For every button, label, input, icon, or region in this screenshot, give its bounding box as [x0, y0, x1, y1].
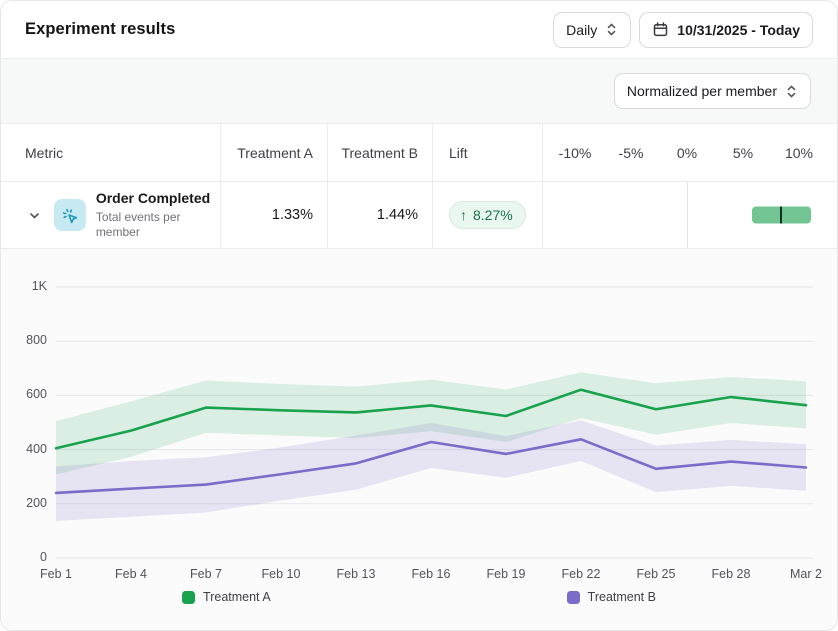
lift-point-marker	[780, 207, 783, 224]
granularity-select-label: Daily	[566, 22, 597, 38]
x-axis-tick-label: Feb 16	[403, 567, 459, 581]
x-axis-tick-label: Feb 10	[253, 567, 309, 581]
y-axis-tick-label: 800	[5, 333, 47, 347]
chart-legend: Treatment A Treatment B	[1, 590, 837, 604]
lift-range-viz	[543, 182, 837, 248]
experiment-timeseries-chart: 1K 800 600 400 200 0 Feb 1 Feb 4 Feb 7 Feb 10 Feb…	[1, 249, 837, 631]
x-axis-tick-label: Feb 4	[103, 567, 159, 581]
chevron-down-icon[interactable]	[25, 205, 44, 225]
legend-color-chip	[567, 591, 580, 604]
y-axis-tick-label: 0	[5, 550, 47, 564]
filter-bar: Normalized per member	[1, 59, 837, 124]
normalization-select-label: Normalized per member	[627, 83, 777, 99]
y-axis-tick-label: 400	[5, 442, 47, 456]
metric-name: Order Completed	[96, 190, 220, 208]
y-axis-tick-label: 1K	[5, 279, 47, 293]
header-controls: Daily 10/31/2025 - T	[553, 12, 813, 48]
arrow-up-icon: ↑	[460, 207, 467, 223]
lift-cell: ↑ 8.27%	[433, 182, 543, 248]
x-axis-tick-label: Feb 7	[178, 567, 234, 581]
legend-label: Treatment A	[203, 590, 271, 604]
legend-color-chip	[182, 591, 195, 604]
column-header-treatment-b: Treatment B	[328, 124, 433, 181]
x-axis-tick-label: Feb 13	[328, 567, 384, 581]
lift-value: 8.27%	[473, 207, 513, 223]
treatment-b-value: 1.44%	[328, 182, 433, 248]
x-axis-tick-label: Feb 25	[628, 567, 684, 581]
lift-badge: ↑ 8.27%	[449, 201, 526, 229]
date-range-button[interactable]: 10/31/2025 - Today	[639, 12, 813, 48]
legend-item-treatment-b[interactable]: Treatment B	[567, 590, 656, 604]
normalization-select[interactable]: Normalized per member	[614, 73, 811, 109]
column-header-treatment-a: Treatment A	[221, 124, 328, 181]
lift-axis-tick: 10%	[785, 145, 813, 161]
metric-row[interactable]: Order Completed Total events per member …	[1, 181, 837, 249]
date-range-label: 10/31/2025 - Today	[677, 22, 800, 38]
calendar-icon	[652, 21, 669, 38]
chevrons-up-down-icon	[785, 84, 798, 99]
results-table-header: Metric Treatment A Treatment B Lift -10%…	[1, 124, 837, 181]
column-header-lift: Lift	[433, 124, 543, 181]
y-axis-tick-label: 200	[5, 496, 47, 510]
lift-axis-tick: 5%	[733, 145, 753, 161]
lift-axis-header: -10% -5% 0% 5% 10%	[543, 124, 837, 181]
legend-label: Treatment B	[588, 590, 656, 604]
lift-axis-tick: -10%	[559, 145, 592, 161]
column-header-metric: Metric	[1, 124, 221, 181]
x-axis-tick-label: Feb 28	[703, 567, 759, 581]
y-axis-tick-label: 600	[5, 387, 47, 401]
chevrons-up-down-icon	[605, 22, 618, 37]
legend-item-treatment-a[interactable]: Treatment A	[182, 590, 271, 604]
cursor-click-icon	[54, 199, 86, 231]
metric-cell[interactable]: Order Completed Total events per member	[1, 182, 221, 248]
experiment-results-card: Experiment results Daily	[0, 0, 838, 631]
lift-axis-tick: -5%	[619, 145, 644, 161]
lift-zero-gridline	[687, 182, 688, 248]
x-axis-tick-label: Feb 1	[28, 567, 84, 581]
metric-subtitle: Total events per member	[96, 210, 220, 240]
x-axis-tick-label: Feb 22	[553, 567, 609, 581]
header-bar: Experiment results Daily	[1, 1, 837, 59]
x-axis-tick-label: Feb 19	[478, 567, 534, 581]
granularity-select[interactable]: Daily	[553, 12, 631, 48]
x-axis-tick-label: Mar 2	[778, 567, 834, 581]
treatment-a-value: 1.33%	[221, 182, 328, 248]
page-title: Experiment results	[25, 20, 175, 39]
lift-axis-tick: 0%	[677, 145, 697, 161]
